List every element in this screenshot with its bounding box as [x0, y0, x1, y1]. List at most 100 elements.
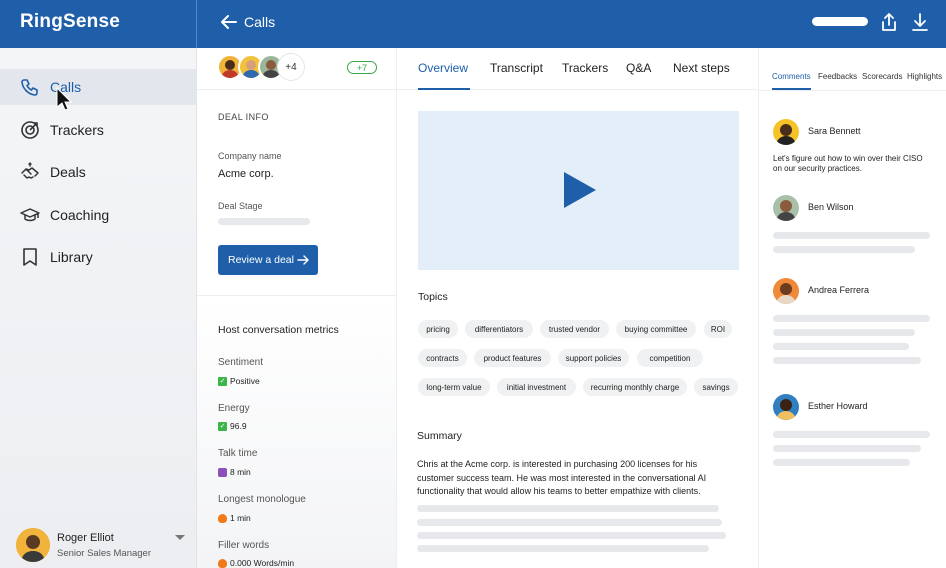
- topic-chip[interactable]: buying committee: [616, 320, 696, 338]
- topic-chip[interactable]: recurring monthly charge: [583, 378, 687, 396]
- comment-placeholder: [773, 459, 910, 466]
- mouse-cursor-icon: [56, 87, 72, 111]
- tab-trackers[interactable]: Trackers: [562, 61, 608, 75]
- company-name-label: Company name: [218, 151, 282, 161]
- tab-highlights[interactable]: Highlights: [907, 72, 942, 81]
- company-name-value: Acme corp.: [218, 168, 274, 180]
- comment-placeholder: [773, 445, 921, 452]
- handshake-icon: [21, 162, 39, 179]
- summary-placeholder: [417, 545, 709, 552]
- comment-placeholder: [773, 329, 915, 336]
- sidebar-item-label: Trackers: [50, 122, 104, 138]
- topic-chip[interactable]: initial investment: [497, 378, 576, 396]
- sidebar-item-calls[interactable]: Calls: [0, 69, 196, 105]
- app-logo: RingSense: [20, 11, 120, 32]
- comment-placeholder: [773, 232, 930, 239]
- topic-chip[interactable]: trusted vendor: [540, 320, 609, 338]
- deal-stage-placeholder: [218, 218, 310, 225]
- comment-placeholder: [773, 315, 930, 322]
- play-icon[interactable]: [562, 170, 598, 210]
- metric-value: 0.000 Words/min: [218, 558, 294, 568]
- comment-text: Let's figure out how to win over their C…: [773, 154, 923, 173]
- topic-chip[interactable]: contracts: [418, 349, 467, 367]
- metric-value-text: 0.000 Words/min: [230, 558, 295, 568]
- count-badge[interactable]: +7: [347, 61, 377, 74]
- summary-placeholder: [417, 505, 719, 512]
- page-title: Calls: [244, 14, 276, 30]
- sidebar-item-label: Library: [50, 249, 93, 265]
- topic-chip[interactable]: ROI: [704, 320, 732, 338]
- phone-icon: [21, 79, 38, 96]
- summary-heading: Summary: [417, 430, 462, 442]
- share-icon[interactable]: [878, 11, 900, 33]
- metric-label: Filler words: [218, 540, 270, 551]
- back-arrow-icon[interactable]: [219, 12, 239, 32]
- fire-icon: [218, 513, 227, 523]
- sidebar-item-library[interactable]: Library: [0, 239, 196, 275]
- review-deal-button[interactable]: Review a deal: [218, 245, 318, 275]
- tab-transcript[interactable]: Transcript: [490, 61, 543, 75]
- topic-chip[interactable]: savings: [694, 378, 738, 396]
- topbar-divider: [196, 0, 197, 48]
- avatar[interactable]: [16, 528, 50, 562]
- metric-value: 1 min: [218, 513, 251, 523]
- avatar[interactable]: [773, 195, 799, 221]
- summary-text: Chris at the Acme corp. is interested in…: [417, 459, 707, 496]
- sidebar-item-label: Coaching: [50, 207, 110, 223]
- metric-value-text: 8 min: [230, 467, 251, 477]
- summary-placeholder: [417, 532, 726, 539]
- metric-label: Sentiment: [218, 357, 264, 368]
- metric-value-text: Positive: [230, 376, 260, 386]
- topic-chip[interactable]: competition: [637, 349, 703, 367]
- comment-author: Sara Bennett: [808, 126, 861, 136]
- tab-comments[interactable]: Comments: [772, 72, 811, 81]
- comment-placeholder: [773, 246, 915, 253]
- sidebar-item-deals[interactable]: Deals: [0, 154, 196, 190]
- metric-value: 8 min: [218, 467, 251, 477]
- metric-label: Longest monologue: [218, 494, 306, 505]
- tab-qa[interactable]: Q&A: [626, 61, 651, 75]
- avatar[interactable]: [773, 119, 799, 145]
- target-icon: [21, 121, 39, 139]
- metric-value-text: 96.9: [230, 421, 247, 431]
- user-role: Senior Sales Manager: [57, 548, 151, 559]
- chevron-down-icon[interactable]: [175, 535, 185, 540]
- divider: [758, 90, 946, 91]
- arrow-right-icon: [297, 255, 309, 265]
- topic-chip[interactable]: support policies: [558, 349, 629, 367]
- comment-author: Esther Howard: [808, 401, 868, 411]
- metric-value-text: 1 min: [230, 513, 251, 523]
- metric-label: Energy: [218, 403, 250, 414]
- summary-placeholder: [417, 519, 722, 526]
- avatar[interactable]: [773, 278, 799, 304]
- topic-chip[interactable]: product features: [474, 349, 551, 367]
- comment-author: Ben Wilson: [808, 202, 854, 212]
- topic-chip[interactable]: differentiators: [465, 320, 533, 338]
- metric-value: ✓ 96.9: [218, 421, 247, 431]
- devil-icon: [218, 467, 227, 477]
- metric-label: Talk time: [218, 448, 258, 459]
- tab-next-steps[interactable]: Next steps: [673, 61, 730, 75]
- check-icon: ✓: [218, 376, 227, 386]
- avatar[interactable]: [773, 394, 799, 420]
- check-icon: ✓: [218, 421, 227, 431]
- bookmark-icon: [23, 248, 37, 266]
- sidebar-item-label: Deals: [50, 164, 86, 180]
- sidebar-item-coaching[interactable]: Coaching: [0, 197, 196, 233]
- topic-chip[interactable]: long-term value: [418, 378, 490, 396]
- metric-value: ✓ Positive: [218, 376, 260, 386]
- review-deal-label: Review a deal: [228, 254, 294, 266]
- more-participants-count[interactable]: +4: [278, 54, 304, 80]
- topic-chip[interactable]: pricing: [418, 320, 458, 338]
- active-tab-indicator: [418, 88, 470, 90]
- metrics-title: Host conversation metrics: [218, 324, 339, 336]
- comment-placeholder: [773, 431, 930, 438]
- download-icon[interactable]: [909, 11, 931, 33]
- tab-feedbacks[interactable]: Feedbacks: [818, 72, 857, 81]
- comment-author: Andrea Ferrera: [808, 285, 870, 295]
- top-bar: [0, 0, 946, 48]
- sidebar-item-trackers[interactable]: Trackers: [0, 112, 196, 148]
- tab-overview[interactable]: Overview: [418, 61, 468, 75]
- tab-scorecards[interactable]: Scorecards: [862, 72, 902, 81]
- fire-icon: [218, 558, 227, 568]
